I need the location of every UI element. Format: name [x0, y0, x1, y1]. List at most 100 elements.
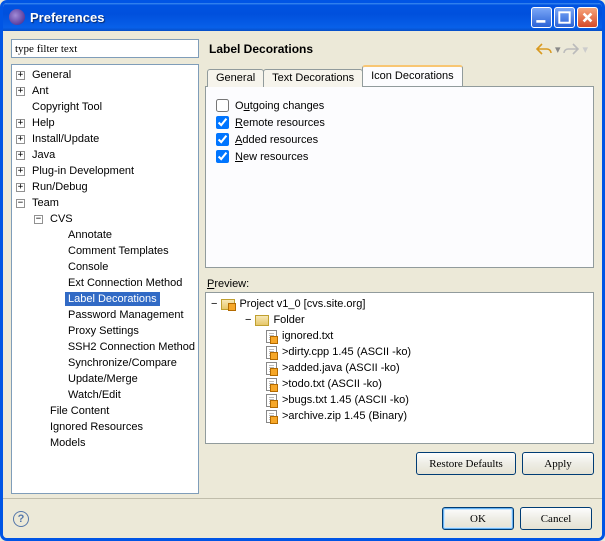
preferences-window: Preferences +General+AntCopyright Tool+H… — [0, 0, 605, 541]
tree-item[interactable]: −Team — [12, 195, 198, 211]
tree-item[interactable]: Annotate — [12, 227, 198, 243]
restore-defaults-button[interactable]: Restore Defaults — [416, 452, 516, 475]
tree-item-label: Ant — [29, 84, 52, 98]
preview-row[interactable]: − Project v1_0 [cvs.site.org] — [209, 296, 590, 312]
expand-icon[interactable]: + — [16, 119, 25, 128]
preview-row[interactable]: ignored.txt — [209, 328, 590, 344]
file-icon — [263, 408, 279, 424]
tree-item[interactable]: + Ant — [12, 83, 198, 99]
tree-item[interactable]: Models — [12, 435, 198, 451]
tree-item[interactable]: Copyright Tool — [12, 99, 198, 115]
tree-item[interactable]: Comment Templates — [12, 243, 198, 259]
preview-row[interactable]: >dirty.cpp 1.45 (ASCII -ko) — [209, 344, 590, 360]
expand-icon[interactable]: + — [16, 183, 25, 192]
tree-spacer — [52, 231, 61, 240]
outgoing-changes-checkbox[interactable] — [216, 99, 229, 112]
tree-item-label: Copyright Tool — [29, 100, 105, 114]
maximize-button[interactable] — [554, 7, 575, 28]
right-pane: Label Decorations ▾ ▾ General Text Decor… — [205, 39, 594, 494]
titlebar[interactable]: Preferences — [3, 3, 602, 31]
tree-spacer — [52, 343, 61, 352]
tree-item[interactable]: +Plug-in Development — [12, 163, 198, 179]
folder-icon — [254, 312, 270, 328]
new-resources-label[interactable]: New resources — [235, 151, 308, 163]
collapse-icon[interactable]: − — [245, 314, 251, 326]
new-resources-checkbox[interactable] — [216, 150, 229, 163]
tree-item[interactable]: Ext Connection Method — [12, 275, 198, 291]
tree-item[interactable]: Password Management — [12, 307, 198, 323]
filter-input[interactable] — [11, 39, 199, 58]
tree-item[interactable]: SSH2 Connection Method — [12, 339, 198, 355]
expand-icon[interactable]: + — [16, 71, 25, 80]
outgoing-changes-label[interactable]: Outgoing changes — [235, 100, 324, 112]
preview-box[interactable]: − Project v1_0 [cvs.site.org] − Folder ignor… — [205, 292, 594, 444]
expand-icon[interactable]: + — [16, 135, 25, 144]
tree-item[interactable]: −CVS — [12, 211, 198, 227]
tree-item[interactable]: Label Decorations — [12, 291, 198, 307]
apply-button[interactable]: Apply — [522, 452, 594, 475]
tree-item[interactable]: Synchronize/Compare — [12, 355, 198, 371]
tree-item[interactable]: File Content — [12, 403, 198, 419]
remote-resources-label[interactable]: Remote resources — [235, 117, 325, 129]
tree-item[interactable]: Watch/Edit — [12, 387, 198, 403]
tree-spacer — [52, 327, 61, 336]
tab-text-decorations[interactable]: Text Decorations — [263, 69, 363, 87]
nav-separator-2: ▾ — [582, 43, 588, 56]
preview-row[interactable]: >todo.txt (ASCII -ko) — [209, 376, 590, 392]
preview-row[interactable]: >archive.zip 1.45 (Binary) — [209, 408, 590, 424]
tree-item-label: Synchronize/Compare — [65, 356, 180, 370]
tree-item[interactable]: Update/Merge — [12, 371, 198, 387]
close-button[interactable] — [577, 7, 598, 28]
tree-item-label: Watch/Edit — [65, 388, 124, 402]
expand-icon[interactable]: + — [16, 167, 25, 176]
tree-item[interactable]: Ignored Resources — [12, 419, 198, 435]
tree-spacer — [52, 359, 61, 368]
back-button[interactable] — [535, 41, 553, 57]
file-icon — [263, 344, 279, 360]
tree-item[interactable]: Console — [12, 259, 198, 275]
cancel-button[interactable]: Cancel — [520, 507, 592, 530]
added-resources-checkbox[interactable] — [216, 133, 229, 146]
added-resources-label[interactable]: Added resources — [235, 134, 318, 146]
ok-button[interactable]: OK — [442, 507, 514, 530]
collapse-icon[interactable]: − — [211, 298, 217, 310]
preview-row[interactable]: − Folder — [209, 312, 590, 328]
tree-spacer — [52, 263, 61, 272]
minimize-button[interactable] — [531, 7, 552, 28]
collapse-icon[interactable]: − — [34, 215, 43, 224]
tree-item[interactable]: +Help — [12, 115, 198, 131]
preview-label: Folder — [273, 314, 304, 326]
preview-label: >bugs.txt 1.45 (ASCII -ko) — [282, 394, 409, 406]
left-pane: +General+AntCopyright Tool+Help+Install/… — [11, 39, 199, 494]
preview-label: >added.java (ASCII -ko) — [282, 362, 400, 374]
window-title: Preferences — [30, 10, 531, 25]
file-icon — [263, 360, 279, 376]
preview-label: ignored.txt — [282, 330, 333, 342]
tab-icon-decorations[interactable]: Icon Decorations — [362, 65, 463, 86]
collapse-icon[interactable]: − — [16, 199, 25, 208]
eclipse-icon — [9, 9, 25, 25]
preferences-tree[interactable]: +General+AntCopyright Tool+Help+Install/… — [11, 64, 199, 494]
tree-item-label: Label Decorations — [65, 292, 160, 306]
tree-item[interactable]: +Run/Debug — [12, 179, 198, 195]
tree-item[interactable]: +General — [12, 67, 198, 83]
preview-row[interactable]: >bugs.txt 1.45 (ASCII -ko) — [209, 392, 590, 408]
tab-general[interactable]: General — [207, 69, 264, 87]
help-icon[interactable]: ? — [13, 511, 29, 527]
tree-item[interactable]: + Install/Update — [12, 131, 198, 147]
tree-spacer — [34, 423, 43, 432]
tree-item-label: Annotate — [65, 228, 115, 242]
tree-spacer — [16, 103, 25, 112]
project-icon — [220, 296, 236, 312]
tree-item[interactable]: +Java — [12, 147, 198, 163]
remote-resources-checkbox[interactable] — [216, 116, 229, 129]
tree-item-label: Install/Update — [29, 132, 102, 146]
tree-spacer — [52, 391, 61, 400]
preview-row[interactable]: >added.java (ASCII -ko) — [209, 360, 590, 376]
expand-icon[interactable]: + — [16, 87, 25, 96]
tree-item[interactable]: Proxy Settings — [12, 323, 198, 339]
preview-label: >todo.txt (ASCII -ko) — [282, 378, 382, 390]
preview-label: Project v1_0 [cvs.site.org] — [239, 298, 365, 310]
expand-icon[interactable]: + — [16, 151, 25, 160]
forward-button — [562, 41, 580, 57]
